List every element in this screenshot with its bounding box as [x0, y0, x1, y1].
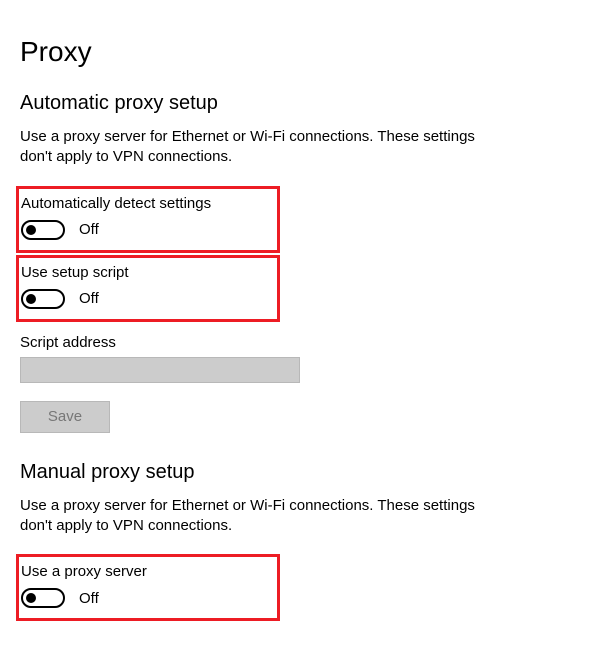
- section-title-manual: Manual proxy setup: [20, 461, 587, 484]
- use-proxy-toggle[interactable]: [21, 588, 65, 608]
- script-address-input[interactable]: [20, 357, 300, 383]
- save-button[interactable]: Save: [20, 401, 110, 433]
- use-script-label: Use setup script: [21, 264, 271, 281]
- section-title-automatic: Automatic proxy setup: [20, 92, 587, 115]
- use-script-toggle[interactable]: [21, 289, 65, 309]
- auto-detect-group: Automatically detect settings Off: [16, 186, 280, 253]
- toggle-knob-icon: [26, 294, 36, 304]
- toggle-knob-icon: [26, 225, 36, 235]
- auto-detect-state: Off: [79, 221, 99, 238]
- use-proxy-state: Off: [79, 590, 99, 607]
- auto-detect-label: Automatically detect settings: [21, 195, 271, 212]
- page-title: Proxy: [20, 36, 587, 68]
- section-desc-manual: Use a proxy server for Ethernet or Wi-Fi…: [20, 496, 500, 537]
- use-proxy-label: Use a proxy server: [21, 563, 271, 580]
- use-proxy-group: Use a proxy server Off: [16, 554, 280, 621]
- use-script-group: Use setup script Off: [16, 255, 280, 322]
- auto-detect-toggle[interactable]: [21, 220, 65, 240]
- section-desc-automatic: Use a proxy server for Ethernet or Wi-Fi…: [20, 127, 500, 168]
- script-address-label: Script address: [20, 334, 587, 351]
- use-script-state: Off: [79, 290, 99, 307]
- toggle-knob-icon: [26, 593, 36, 603]
